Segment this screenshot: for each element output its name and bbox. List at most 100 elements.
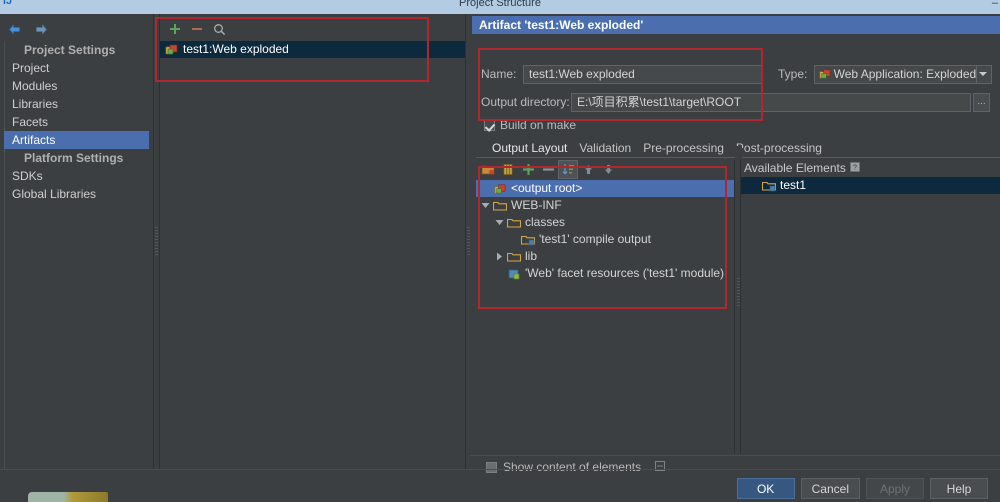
tab-validation[interactable]: Validation xyxy=(573,140,637,157)
name-field-row: Name: test1:Web exploded xyxy=(481,64,771,84)
background-object xyxy=(28,492,108,502)
sort-icon[interactable] xyxy=(558,160,578,179)
checkbox-icon xyxy=(484,119,495,131)
tree-row[interactable]: WEB-INF xyxy=(476,197,734,214)
sidebar-item-project[interactable]: Project xyxy=(4,59,153,77)
cancel-button[interactable]: Cancel xyxy=(800,478,860,499)
browse-button[interactable]: ... xyxy=(973,92,990,112)
facet-resources-icon xyxy=(506,268,522,280)
sidebar-item-libraries[interactable]: Libraries xyxy=(4,95,153,113)
type-field-row: Type: Web Application: Exploded xyxy=(778,64,994,84)
tree-row[interactable]: classes xyxy=(476,214,734,231)
type-label: Type: xyxy=(778,67,808,81)
tab-post-processing[interactable]: Post-processing xyxy=(730,140,828,157)
tab-pre-processing[interactable]: Pre-processing xyxy=(637,140,730,157)
list-item[interactable]: test1:Web exploded xyxy=(160,41,465,58)
window-title: Project Structure xyxy=(459,0,541,9)
sidebar-edge-line xyxy=(153,14,154,469)
back-arrow-icon[interactable] xyxy=(8,23,21,35)
sidebar-item-facets[interactable]: Facets xyxy=(4,113,153,131)
available-item-label: test1 xyxy=(780,178,807,192)
available-elements-title-row: Available Elements ? xyxy=(741,160,1000,177)
chevron-down-icon[interactable] xyxy=(976,65,989,83)
details-tabs: Output Layout Validation Pre-processing … xyxy=(486,140,828,157)
window-minimize-icon[interactable]: – xyxy=(992,0,998,9)
type-combobox[interactable]: Web Application: Exploded xyxy=(814,64,992,84)
sidebar-group-project-settings: Project Settings xyxy=(24,43,116,57)
project-structure-dialog: IJ Project Structure – Project Settings … xyxy=(0,0,1000,502)
help-button[interactable]: Help xyxy=(930,478,988,499)
forward-arrow-icon[interactable] xyxy=(35,23,48,35)
arrow-down-icon[interactable] xyxy=(598,160,618,179)
tree-label: 'test1' compile output xyxy=(539,232,651,246)
dialog-buttons: OK Cancel Apply Help xyxy=(736,478,988,499)
tree-row[interactable]: lib xyxy=(476,248,734,265)
available-elements-label: Available Elements xyxy=(744,161,846,175)
tree-label: 'Web' facet resources ('test1' module) xyxy=(525,266,725,280)
apply-button: Apply xyxy=(866,478,924,499)
tab-output-layout[interactable]: Output Layout xyxy=(486,140,573,157)
available-elements-panel: Available Elements ? test1 xyxy=(741,160,1000,484)
sidebar-item-sdks[interactable]: SDKs xyxy=(4,167,153,185)
archive-icon[interactable] xyxy=(498,160,518,179)
sidebar-item-global-libraries[interactable]: Global Libraries xyxy=(4,185,153,203)
output-layout-tree[interactable]: <output root> WEB-INF classes 'test1' co… xyxy=(476,180,734,484)
tree-label: lib xyxy=(525,249,538,263)
search-icon[interactable] xyxy=(208,19,230,39)
output-directory-input[interactable]: E:\项目积累\test1\target\ROOT xyxy=(571,92,971,112)
dialog-separator xyxy=(0,469,1000,470)
show-content-of-elements-checkbox[interactable]: Show content of elements xyxy=(486,459,666,475)
output-directory-label: Output directory: xyxy=(481,95,570,109)
svg-text:?: ? xyxy=(853,165,857,172)
output-directory-row: Output directory: E:\项目积累\test1\target\R… xyxy=(481,92,994,112)
arrow-up-icon[interactable] xyxy=(578,160,598,179)
add-artifact-button[interactable] xyxy=(164,19,186,39)
list-item[interactable]: test1 xyxy=(741,177,1000,194)
tree-twisty-expanded-icon[interactable] xyxy=(493,219,506,226)
build-on-make-checkbox[interactable]: Build on make xyxy=(484,118,576,132)
artifact-list[interactable]: test1:Web exploded xyxy=(160,41,465,469)
tree-row[interactable]: <output root> xyxy=(476,180,734,197)
compile-output-icon xyxy=(520,234,536,246)
type-value-label: Web Application: Exploded xyxy=(833,67,977,81)
build-on-make-label: Build on make xyxy=(500,118,577,132)
show-content-label: Show content of elements xyxy=(503,460,642,474)
page-title: Artifact 'test1:Web exploded' xyxy=(472,16,1000,34)
web-exploded-artifact-icon xyxy=(163,43,179,56)
ok-button[interactable]: OK xyxy=(736,478,795,499)
sidebar-list: Project Settings Project Modules Librari… xyxy=(4,41,153,203)
sidebar-item-modules[interactable]: Modules xyxy=(4,77,153,95)
tree-twisty-expanded-icon[interactable] xyxy=(479,202,492,209)
remove-element-button[interactable] xyxy=(538,160,558,179)
sidebar-group-platform-settings: Platform Settings xyxy=(24,151,124,165)
tree-twisty-collapsed-icon[interactable] xyxy=(493,252,506,261)
checkbox-icon xyxy=(486,461,497,473)
tree-row[interactable]: 'Web' facet resources ('test1' module) xyxy=(476,265,734,282)
splitter-grip-icon xyxy=(155,226,158,257)
folder-icon xyxy=(506,217,522,229)
expand-icon[interactable] xyxy=(655,460,666,474)
tree-label: classes xyxy=(525,215,566,229)
add-copy-of-button[interactable] xyxy=(518,160,538,179)
help-icon[interactable]: ? xyxy=(849,160,860,177)
folder-icon xyxy=(492,200,508,212)
remove-artifact-button[interactable] xyxy=(186,19,208,39)
output-root-icon xyxy=(492,183,508,195)
output-layout-toolbar xyxy=(478,160,618,179)
module-output-icon xyxy=(761,180,777,192)
new-folder-icon[interactable] xyxy=(478,160,498,179)
artifact-panel-right-edge xyxy=(465,14,466,469)
folder-icon xyxy=(506,251,522,263)
tree-label: <output root> xyxy=(511,181,583,195)
navigation-arrows xyxy=(8,20,48,38)
window-titlebar: IJ Project Structure – xyxy=(0,0,1000,14)
dialog-body: Project Settings Project Modules Librari… xyxy=(0,14,1000,502)
settings-sidebar: Project Settings Project Modules Librari… xyxy=(0,14,153,469)
sidebar-item-artifacts[interactable]: Artifacts xyxy=(4,131,149,149)
tree-row[interactable]: 'test1' compile output xyxy=(476,231,734,248)
tree-label: WEB-INF xyxy=(511,198,562,212)
artifact-name-label: test1:Web exploded xyxy=(183,42,289,56)
name-input[interactable]: test1:Web exploded xyxy=(523,64,763,84)
web-exploded-artifact-icon xyxy=(819,68,832,80)
details-bottom-separator xyxy=(470,455,1000,456)
